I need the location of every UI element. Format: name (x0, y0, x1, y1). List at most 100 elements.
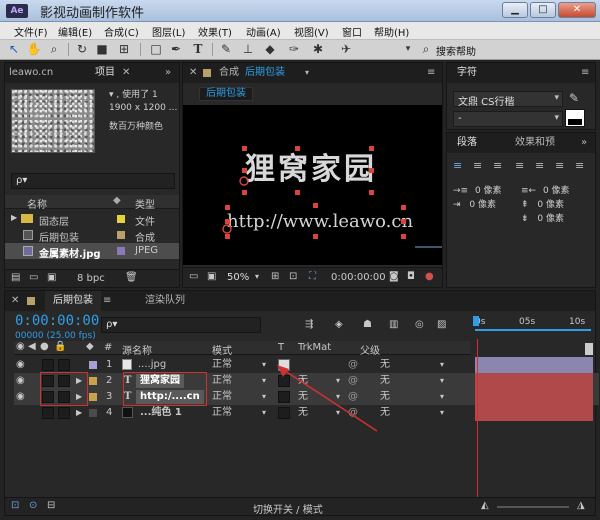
graph-editor-icon[interactable]: ▨ (437, 319, 446, 330)
zoom-tool-icon[interactable]: ⌕ (46, 42, 62, 57)
timeline-search-input[interactable]: ρ▾ (101, 317, 261, 333)
align-left-icon[interactable]: ≡ (453, 159, 462, 172)
tab-paragraph[interactable]: 段落 (457, 133, 477, 153)
type-column-header[interactable]: 类型 (135, 196, 155, 211)
draft-3d-icon[interactable]: ◈ (335, 319, 343, 330)
lock-switch-icon[interactable]: 🔒 (54, 341, 66, 352)
tab-timeline-comp[interactable]: 后期包装 (45, 291, 101, 311)
timeline-menu-icon[interactable]: ≡ (103, 291, 111, 311)
justify-left-icon[interactable]: ≡ (515, 159, 524, 172)
zoom-out-icon[interactable]: ◭ (481, 500, 489, 511)
menu-edit[interactable]: 编辑(E) (58, 24, 92, 39)
menu-help[interactable]: 帮助(H) (374, 24, 409, 39)
eye-icon[interactable]: ◉ (16, 358, 25, 372)
tab-composition[interactable]: 后期包装 (245, 63, 285, 83)
panel-expand-icon[interactable]: » (165, 63, 171, 83)
pen-tool-icon[interactable]: ✒ (168, 42, 184, 57)
mask-visibility-icon[interactable]: ⊡ (289, 271, 297, 282)
lock-toggle[interactable] (58, 407, 70, 419)
label-tag-icon[interactable]: ◆ (113, 195, 121, 206)
grid-icon[interactable]: ⊞ (271, 271, 279, 282)
expand-arrow-icon[interactable]: ▶ (11, 213, 17, 222)
menu-view[interactable]: 视图(V) (294, 24, 329, 39)
in-out-panel-icon[interactable]: ⊟ (47, 500, 55, 511)
toggle-switches-modes[interactable]: 切换开关 / 模式 (253, 501, 323, 516)
menu-effect[interactable]: 效果(T) (198, 24, 232, 39)
zoom-in-icon[interactable]: ◮ (577, 500, 585, 511)
zoom-slider[interactable] (497, 506, 569, 508)
justify-right-icon[interactable]: ≡ (555, 159, 564, 172)
comp-mini-flowchart-icon[interactable]: ⇶ (305, 319, 313, 330)
layer-bar[interactable] (475, 357, 593, 373)
tab-effects-presets[interactable]: 效果和预 (515, 133, 555, 153)
label-color-chip[interactable] (117, 215, 125, 223)
space-after-value[interactable]: 0 像素 (537, 214, 564, 224)
parent-chevron-down-icon[interactable]: ▾ (440, 390, 444, 404)
layer-bar[interactable] (475, 373, 593, 389)
frame-blending-icon[interactable]: ▥ (389, 319, 398, 330)
mode-header[interactable]: 模式 (212, 342, 232, 357)
current-time-indicator[interactable] (473, 316, 479, 326)
monitor-icon[interactable]: ▣ (207, 271, 216, 282)
layer-label-chip[interactable] (89, 409, 97, 417)
indent-right-value[interactable]: 0 像素 (543, 186, 570, 196)
new-folder-icon[interactable]: ▭ (29, 272, 38, 283)
timeline-tab-close-icon[interactable]: ✕ (11, 291, 19, 311)
label-color-chip[interactable] (117, 247, 125, 255)
font-style-dropdown[interactable]: - ▾ (453, 111, 563, 127)
motion-blur-icon[interactable]: ◎ (415, 319, 424, 330)
brush-tool-icon[interactable]: ✎ (218, 42, 234, 57)
layer-mode[interactable]: 正常 (212, 374, 232, 388)
comp-dropdown-icon[interactable]: ▾ (305, 63, 309, 83)
track-matte-header[interactable]: TrkMat (298, 342, 331, 353)
expand-arrow-icon[interactable]: ▶ (76, 406, 82, 420)
comp-viewer[interactable]: 狸窝家园 http://www.leawo.cn (183, 105, 442, 265)
justify-center-icon[interactable]: ≡ (535, 159, 544, 172)
eyedropper-icon[interactable]: ✎ (569, 91, 579, 105)
tab-leawo[interactable]: leawo.cn (9, 63, 53, 83)
layer-name[interactable]: ....jpg (138, 358, 166, 372)
hand-tool-icon[interactable]: ✋ (26, 42, 42, 57)
eye-icon[interactable]: ◉ (16, 374, 25, 388)
selection-tool-icon[interactable]: ↖ (6, 42, 22, 57)
zoom-dropdown-icon[interactable]: ▾ (255, 272, 259, 281)
layer-label-chip[interactable] (89, 361, 97, 369)
name-column-header[interactable]: 名称 (27, 196, 47, 211)
layer-bar[interactable] (475, 405, 593, 421)
panel-tab-close-icon[interactable]: » (581, 133, 587, 153)
show-snapshot-icon[interactable]: ◘ (407, 271, 415, 282)
bit-depth-label[interactable]: 8 bpc (77, 273, 105, 284)
shy-layers-icon[interactable]: ☗ (363, 319, 372, 330)
menu-file[interactable]: 文件(F) (14, 24, 48, 39)
layer-bar[interactable] (475, 389, 593, 405)
layer-mode[interactable]: 正常 (212, 358, 232, 372)
eye-icon[interactable]: ◉ (16, 390, 25, 404)
tab-render-queue[interactable]: 渲染队列 (145, 291, 185, 311)
tab-project[interactable]: 项目 (95, 63, 115, 83)
work-area-bar[interactable] (475, 329, 591, 331)
audio-switch-icon[interactable]: ◀ (28, 341, 36, 352)
stroke-color-swatch[interactable] (568, 119, 582, 125)
project-search-input[interactable]: ρ▾ (11, 173, 175, 189)
menu-composition[interactable]: 合成(C) (104, 24, 139, 39)
workspace-dropdown-icon[interactable]: ▾ (400, 42, 416, 57)
always-preview-icon[interactable]: ▭ (189, 271, 198, 282)
project-item-solids[interactable]: ▶ 固态层 文件 (5, 211, 179, 228)
interpret-footage-icon[interactable]: ▤ (11, 272, 20, 283)
lock-toggle[interactable] (58, 359, 70, 371)
camera-tool-icon[interactable]: ■ (94, 42, 110, 57)
tab-character[interactable]: 字符 (457, 63, 477, 83)
layer-mode[interactable]: 正常 (212, 390, 232, 404)
pan-behind-tool-icon[interactable]: ⊞ (116, 42, 132, 57)
pin-tool-icon[interactable]: ✈ (338, 42, 354, 57)
label-color-chip[interactable] (117, 231, 125, 239)
new-composition-icon[interactable]: ▣ (47, 272, 56, 283)
layer-mode[interactable]: 正常 (212, 406, 232, 420)
eraser-tool-icon[interactable]: ◆ (262, 42, 278, 57)
minimize-button[interactable]: ▁ (502, 2, 528, 18)
trash-icon[interactable]: 🗑 (125, 272, 138, 283)
project-tab-close-icon[interactable]: ✕ (122, 63, 130, 83)
timeline-timecode[interactable]: 0:00:00:00 (15, 313, 99, 329)
solo-switch-icon[interactable]: ● (40, 341, 49, 352)
search-help-label[interactable]: 搜索帮助 (436, 43, 476, 58)
